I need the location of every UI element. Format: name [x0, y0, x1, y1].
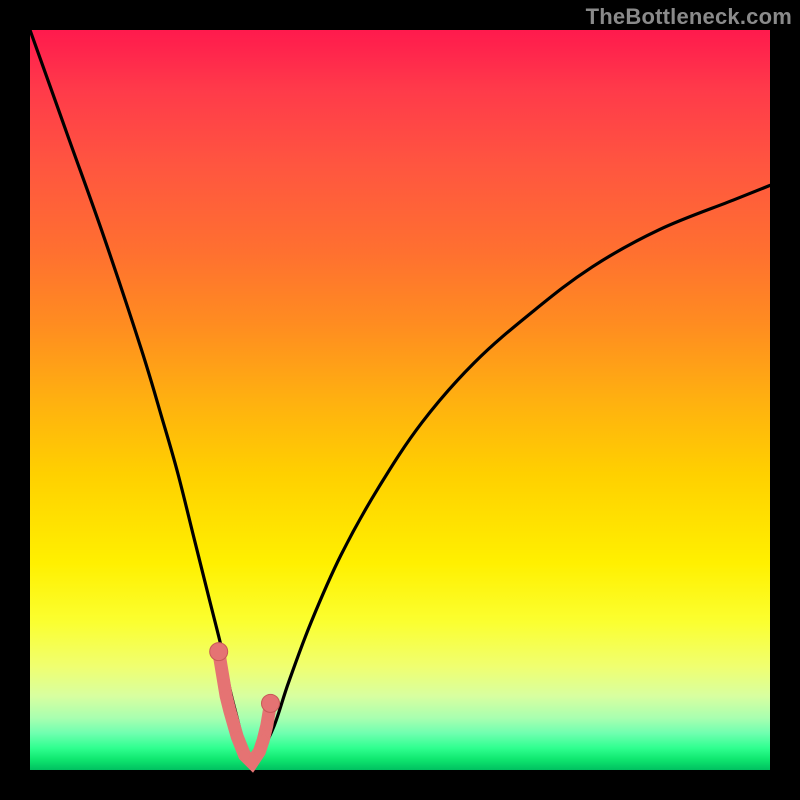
highlight-dot [247, 757, 258, 768]
chart-container: TheBottleneck.com [0, 0, 800, 800]
curve-layer [30, 30, 770, 770]
highlight-end-right [262, 694, 280, 712]
highlight-dot [254, 746, 265, 757]
highlight-dot [217, 668, 228, 679]
highlight-end-left [210, 643, 228, 661]
highlight-dot [224, 705, 235, 716]
highlight-dot [261, 720, 272, 731]
highlight-dot [232, 731, 243, 742]
plot-area [30, 30, 770, 770]
bottleneck-curve [30, 30, 770, 763]
watermark-text: TheBottleneck.com [586, 4, 792, 30]
highlight-dot [221, 691, 232, 702]
highlight-points [210, 643, 280, 769]
highlight-dot [258, 735, 269, 746]
